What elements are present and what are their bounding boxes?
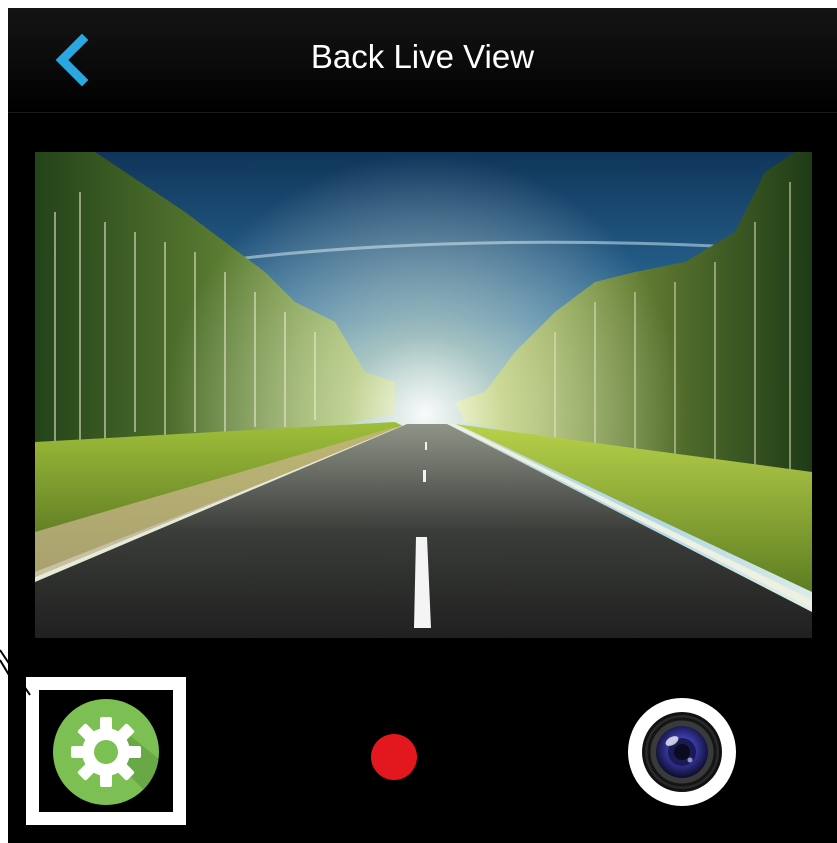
settings-button[interactable] [53,699,159,805]
capture-photo-button[interactable] [628,698,736,806]
top-bar: Back Live View [8,8,837,113]
live-view-feed [35,152,812,638]
gear-icon [71,717,159,805]
record-button[interactable] [371,734,417,780]
app-screen: Back Live View [8,8,837,843]
camera-lens-icon [642,712,722,792]
page-title: Back Live View [310,38,535,75]
settings-highlight-inner [39,690,173,812]
live-view-image [35,152,812,638]
settings-highlight-frame [26,677,186,825]
control-bar [8,648,837,843]
